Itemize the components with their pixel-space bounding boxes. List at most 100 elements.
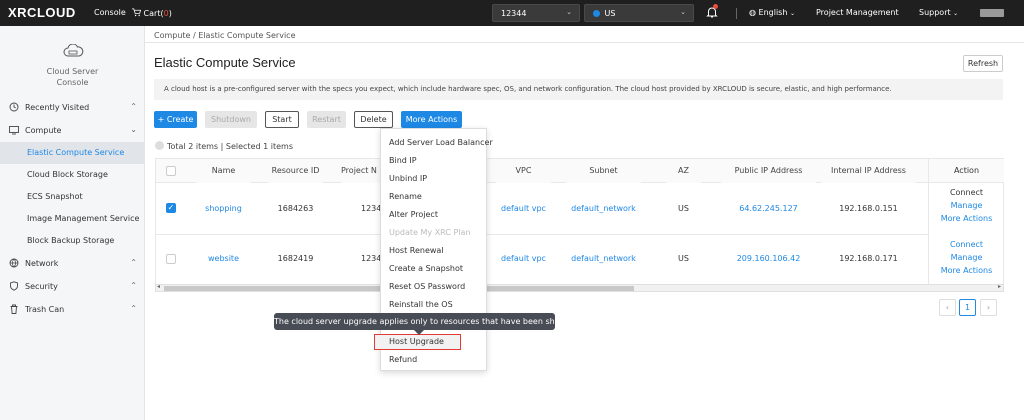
next-page-button[interactable]: ›	[980, 299, 997, 316]
horizontal-scrollbar[interactable]: ◂ ▸	[155, 283, 1004, 292]
col-subnet[interactable]: Subnet	[566, 159, 641, 183]
manage-link[interactable]: Manage	[929, 199, 1004, 212]
menu-item-host-upgrade[interactable]: Host Upgrade	[389, 337, 444, 346]
globe-icon: ◍	[749, 8, 756, 17]
sidebar-item-ecs-snapshot[interactable]: ECS Snapshot	[0, 186, 145, 208]
internal-ip: 192.168.0.171	[839, 254, 898, 263]
xrcloud-logo[interactable]: XRCLOUD	[8, 5, 76, 20]
menu-item-reset-os-password[interactable]: Reset OS Password	[389, 282, 465, 291]
language-select[interactable]: ◍ English ⌄	[749, 8, 795, 17]
support-label: Support	[919, 8, 951, 17]
availability-zone: US	[678, 254, 689, 263]
public-ip-link[interactable]: 209.160.106.42	[721, 254, 816, 263]
vpc-link[interactable]: default vpc	[496, 204, 551, 213]
menu-item-create-snapshot[interactable]: Create a Snapshot	[389, 264, 463, 273]
delete-button[interactable]: Delete	[354, 111, 393, 128]
col-az[interactable]: AZ	[666, 159, 701, 183]
sidebar-item-elastic-compute-service[interactable]: Elastic Compute Service	[0, 142, 145, 164]
page-title: Elastic Compute Service	[154, 55, 296, 70]
sidebar-group-compute[interactable]: Compute ⌄	[0, 120, 145, 142]
console-link[interactable]: Console	[94, 8, 126, 17]
chevron-down-icon: ⌄	[953, 10, 959, 17]
support-menu[interactable]: Support ⌄	[919, 8, 958, 17]
region-select-value: US	[604, 9, 616, 18]
topbar-divider	[736, 8, 737, 19]
page-number-button[interactable]: 1	[959, 299, 976, 316]
user-avatar[interactable]	[980, 9, 1004, 17]
refresh-button[interactable]: Refresh	[963, 55, 1003, 72]
subnet-link[interactable]: default_network	[566, 204, 641, 213]
chevron-down-icon: ⌄	[680, 8, 686, 16]
instances-table: Name Resource ID Project N VPC Subnet AZ…	[155, 158, 1004, 286]
restart-button[interactable]: Restart	[307, 111, 346, 128]
sidebar-header-line1: Cloud Server	[46, 67, 99, 76]
sidebar-group-trash-can[interactable]: Trash Can ⌃	[0, 299, 145, 321]
chevron-down-icon: ⌄	[789, 10, 795, 17]
col-public-ip[interactable]: Public IP Address	[721, 159, 816, 183]
public-ip-link[interactable]: 64.62.245.127	[721, 204, 816, 213]
project-management-link[interactable]: Project Management	[816, 8, 899, 17]
shield-icon	[10, 281, 18, 291]
row-checkbox[interactable]: ✓	[166, 203, 176, 213]
sidebar-group-recently-visited[interactable]: Recently Visited ⌃	[0, 97, 145, 119]
availability-zone: US	[678, 204, 689, 213]
menu-item-add-server-load-balancer[interactable]: Add Server Load Balancer	[389, 138, 493, 147]
instance-name-link[interactable]: shopping	[196, 204, 251, 213]
row-more-actions-link[interactable]: More Actions	[929, 264, 1004, 277]
instance-name-link[interactable]: website	[196, 254, 251, 263]
sidebar-item-cloud-block-storage[interactable]: Cloud Block Storage	[0, 164, 145, 186]
subnet-link[interactable]: default_network	[566, 254, 641, 263]
shutdown-button[interactable]: Shutdown	[205, 111, 257, 128]
menu-item-update-plan[interactable]: Update My XRC Plan	[389, 228, 470, 237]
host-upgrade-tooltip: The cloud server upgrade applies only to…	[274, 313, 587, 335]
vpc-link[interactable]: default vpc	[496, 254, 551, 263]
sidebar-item-label: Block Backup Storage	[27, 236, 115, 245]
menu-item-bind-ip[interactable]: Bind IP	[389, 156, 417, 165]
menu-item-refund[interactable]: Refund	[389, 355, 417, 364]
cloud-server-icon	[63, 44, 83, 57]
cart-label-close: )	[168, 9, 172, 18]
notification-dot	[713, 4, 718, 9]
internal-ip: 192.168.0.151	[839, 204, 898, 213]
project-select[interactable]: 12344 ⌄	[492, 4, 580, 22]
breadcrumb-divider	[145, 42, 1024, 43]
select-all-checkbox[interactable]	[166, 166, 176, 176]
row-checkbox[interactable]	[166, 254, 176, 264]
row-actions: Connect Manage More Actions	[929, 186, 1004, 225]
chevron-down-icon: ⌄	[130, 125, 137, 134]
scroll-left-icon[interactable]: ◂	[157, 283, 160, 290]
start-button[interactable]: Start	[265, 111, 299, 128]
menu-item-reinstall-os[interactable]: Reinstall the OS	[389, 300, 453, 309]
prev-page-button[interactable]: ‹	[939, 299, 956, 316]
connect-link[interactable]: Connect	[929, 186, 1004, 199]
more-actions-button[interactable]: More Actions	[401, 111, 462, 128]
cart-link[interactable]: Cart(0)	[132, 8, 172, 18]
sidebar-item-image-management-service[interactable]: Image Management Service	[0, 208, 145, 230]
top-bar: XRCLOUD Console Cart(0) 12344 ⌄ US ⌄ ◍ E…	[0, 0, 1024, 26]
manage-link[interactable]: Manage	[929, 251, 1004, 264]
chevron-up-icon: ⌃	[130, 304, 137, 313]
col-vpc[interactable]: VPC	[496, 159, 551, 183]
col-resource-id[interactable]: Resource ID	[268, 159, 323, 183]
sidebar-item-block-backup-storage[interactable]: Block Backup Storage	[0, 230, 145, 252]
project-select-value: 12344	[501, 9, 527, 18]
summary-text: Total 2 items | Selected 1 items	[167, 142, 293, 151]
region-select[interactable]: US ⌄	[584, 4, 694, 22]
create-button[interactable]: + Create	[154, 111, 197, 128]
menu-item-rename[interactable]: Rename	[389, 192, 422, 201]
menu-item-unbind-ip[interactable]: Unbind IP	[389, 174, 427, 183]
sidebar-group-network[interactable]: Network ⌃	[0, 253, 145, 275]
row-more-actions-link[interactable]: More Actions	[929, 212, 1004, 225]
menu-item-host-renewal[interactable]: Host Renewal	[389, 246, 444, 255]
row-divider	[156, 234, 1003, 235]
scroll-right-icon[interactable]: ▸	[998, 283, 1001, 290]
col-internal-ip[interactable]: Internal IP Address	[821, 159, 916, 183]
menu-item-alter-project[interactable]: Alter Project	[389, 210, 438, 219]
sidebar-group-label: Network	[25, 259, 59, 268]
connect-link[interactable]: Connect	[929, 238, 1004, 251]
trash-icon	[10, 304, 18, 314]
sidebar-item-label: Elastic Compute Service	[27, 148, 125, 157]
col-action: Action	[929, 159, 1004, 183]
col-name[interactable]: Name	[196, 159, 251, 183]
sidebar-group-security[interactable]: Security ⌃	[0, 276, 145, 298]
